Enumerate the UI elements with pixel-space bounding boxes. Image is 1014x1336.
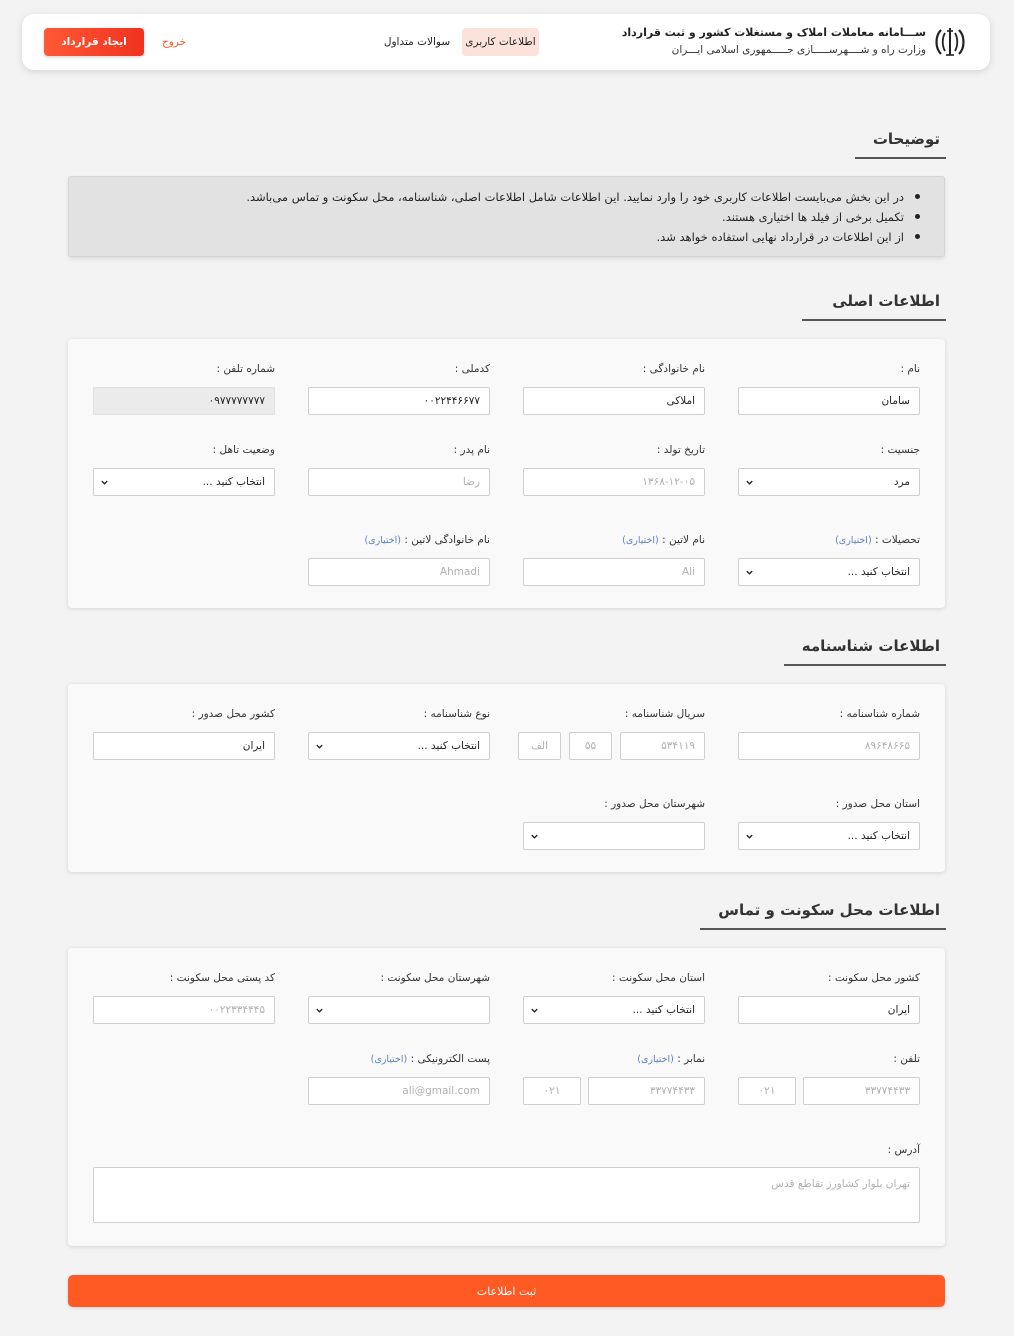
cert-serial-main-input[interactable]: ۵۳۴۱۱۹ [620,732,705,760]
cert-serial-label: سریال شناسنامه : [624,708,705,720]
cert-type-label: نوع شناسنامه : [423,708,490,720]
marital-status-value: انتخاب کنید ... [202,476,265,488]
latin-name-input[interactable]: Ali [523,558,705,586]
postal-code-label: کد پستی محل سکونت : [169,972,275,984]
cert-type-select[interactable]: انتخاب کنید ... [308,732,490,760]
cert-serial-letter-input[interactable]: الف [518,732,561,760]
marital-status-label: وضعیت تاهل : [212,444,275,456]
email-label: پست الکترونیکی : (اختیاری) [371,1053,490,1065]
birth-cert-card: شماره شناسنامه : ۸۹۶۴۸۶۶۵ سریال شناسنامه… [68,684,945,872]
description-item: در این بخش می‌بایست اطلاعات کاربری خود ر… [69,188,922,208]
gender-select-value: مرد [893,476,910,488]
last-name-label: نام خانوادگی : [642,363,705,375]
birth-cert-title: اطلاعات شناسنامه [783,637,946,666]
education-select-value: انتخاب کنید ... [847,566,910,578]
issue-province-value: انتخاب کنید ... [847,830,910,842]
description-box: در این بخش می‌بایست اطلاعات کاربری خود ر… [68,176,945,257]
issue-country-label: کشور محل صدور : [191,708,275,720]
description-title: توضیحات [854,130,946,159]
res-phone-code-input[interactable]: ۰۲۱ [738,1077,796,1105]
education-label: تحصیلات : (اختیاری) [835,534,920,546]
gender-select[interactable]: مرد [738,468,920,496]
create-contract-button[interactable]: ایجاد قرارداد [44,28,144,56]
first-name-label: نام : [900,363,921,375]
postal-code-input[interactable]: ۰۰۲۲۳۳۴۴۴۵ [93,996,275,1024]
res-province-select[interactable]: انتخاب کنید ... [523,996,705,1024]
issue-city-select[interactable] [523,822,705,850]
education-select[interactable]: انتخاب کنید ... [738,558,920,586]
description-item: از این اطلاعات در قرارداد نهایی استفاده … [69,228,922,248]
chevron-down-icon [316,1008,323,1013]
cert-type-value: انتخاب کنید ... [417,740,480,752]
res-city-select[interactable] [308,996,490,1024]
res-country-input[interactable]: ایران [738,996,920,1024]
optional-tag: (اختیاری) [835,535,872,546]
chevron-down-icon [746,834,753,839]
national-code-label: کدملی : [454,363,490,375]
gender-label: جنسیت : [880,444,920,456]
cert-number-label: شماره شناسنامه : [839,708,920,720]
birth-date-input[interactable]: ۱۳۶۸-۱۲-۰۵ [523,468,705,496]
latin-name-label: نام لاتین : (اختیاری) [622,534,705,546]
submit-button[interactable]: ثبت اطلاعات [68,1275,945,1307]
first-name-input[interactable]: سامان [738,387,920,415]
email-label-text: پست الکترونیکی : [410,1053,490,1065]
fax-label: نمابر : (اختیاری) [637,1053,705,1065]
residence-title: اطلاعات محل سکونت و تماس [700,901,946,930]
optional-tag: (اختیاری) [622,535,659,546]
header-titles: ســـامانه معاملات املاک و مستغلات کشور و… [622,26,926,56]
optional-tag: (اختیاری) [637,1054,674,1065]
email-input[interactable]: ali@gmail.com [308,1077,490,1105]
res-phone-number-input[interactable]: ۳۳۷۷۴۴۳۳ [803,1077,920,1105]
main-info-title: اطلاعات اصلی [802,292,946,321]
res-province-label: استان محل سکونت : [612,972,705,984]
fax-label-text: نمابر : [677,1053,705,1065]
birth-date-label: تاریخ تولد : [656,444,705,456]
last-name-input[interactable]: املاکی [523,387,705,415]
latin-last-name-label: نام خانوادگی لاتین : (اختیاری) [364,534,490,546]
issue-province-label: استان محل صدور : [835,798,920,810]
chevron-down-icon [316,744,323,749]
app-title: ســـامانه معاملات املاک و مستغلات کشور و… [621,26,926,39]
address-textarea[interactable]: تهران بلوار کشاورز تقاطع قدس [93,1167,920,1223]
nav-faq[interactable]: سوالات متداول [378,28,456,56]
optional-tag: (اختیاری) [370,1054,408,1065]
app-subtitle: وزارت راه و شــــهرســـــازی جـــــمهوری… [671,44,926,56]
chevron-down-icon [746,570,753,575]
father-name-input[interactable]: رضا [308,468,490,496]
description-item: تکمیل برخی از فیلد ها اختیاری هستند. [69,208,922,228]
res-phone-label: تلفن : [893,1053,920,1065]
res-city-label: شهرستان محل سکونت : [380,972,490,984]
cert-serial-mid-input[interactable]: ۵۵ [569,732,612,760]
latin-last-name-label-text: نام خانوادگی لاتین : [404,534,490,546]
res-country-label: کشور محل سکونت : [827,972,920,984]
residence-card: کشور محل سکونت : ایران استان محل سکونت :… [68,948,945,1246]
res-province-value: انتخاب کنید ... [632,1004,695,1016]
chevron-down-icon [101,480,108,485]
issue-province-select[interactable]: انتخاب کنید ... [738,822,920,850]
issue-city-label: شهرستان محل صدور : [604,798,705,810]
cert-number-input[interactable]: ۸۹۶۴۸۶۶۵ [738,732,920,760]
optional-tag: (اختیاری) [364,535,402,546]
address-label: آدرس : [887,1144,920,1156]
top-navbar: ســـامانه معاملات املاک و مستغلات کشور و… [22,14,990,70]
education-label-text: تحصیلات : [875,534,920,546]
chevron-down-icon [531,1008,538,1013]
issue-country-input[interactable]: ایران [93,732,275,760]
chevron-down-icon [531,834,538,839]
fax-number-input[interactable]: ۳۳۷۷۴۴۳۳ [588,1077,705,1105]
fax-code-input[interactable]: ۰۲۱ [523,1077,581,1105]
chevron-down-icon [746,480,753,485]
main-info-card: نام : سامان نام خانوادگی : املاکی کدملی … [68,339,945,608]
phone-label: شماره تلفن : [216,363,275,375]
father-name-label: نام پدر : [453,444,490,456]
nav-user-info[interactable]: اطلاعات کاربری [462,28,539,56]
phone-input: ۰۹۷۷۷۷۷۷۷۷ [93,387,275,415]
latin-name-label-text: نام لاتین : [662,534,705,546]
iran-emblem-icon [935,28,965,56]
latin-last-name-input[interactable]: Ahmadi [308,558,490,586]
national-code-input[interactable]: ۰۰۲۲۴۴۶۶۷۷ [308,387,490,415]
marital-status-select[interactable]: انتخاب کنید ... [93,468,275,496]
nav-exit-link[interactable]: خروج [152,28,196,56]
